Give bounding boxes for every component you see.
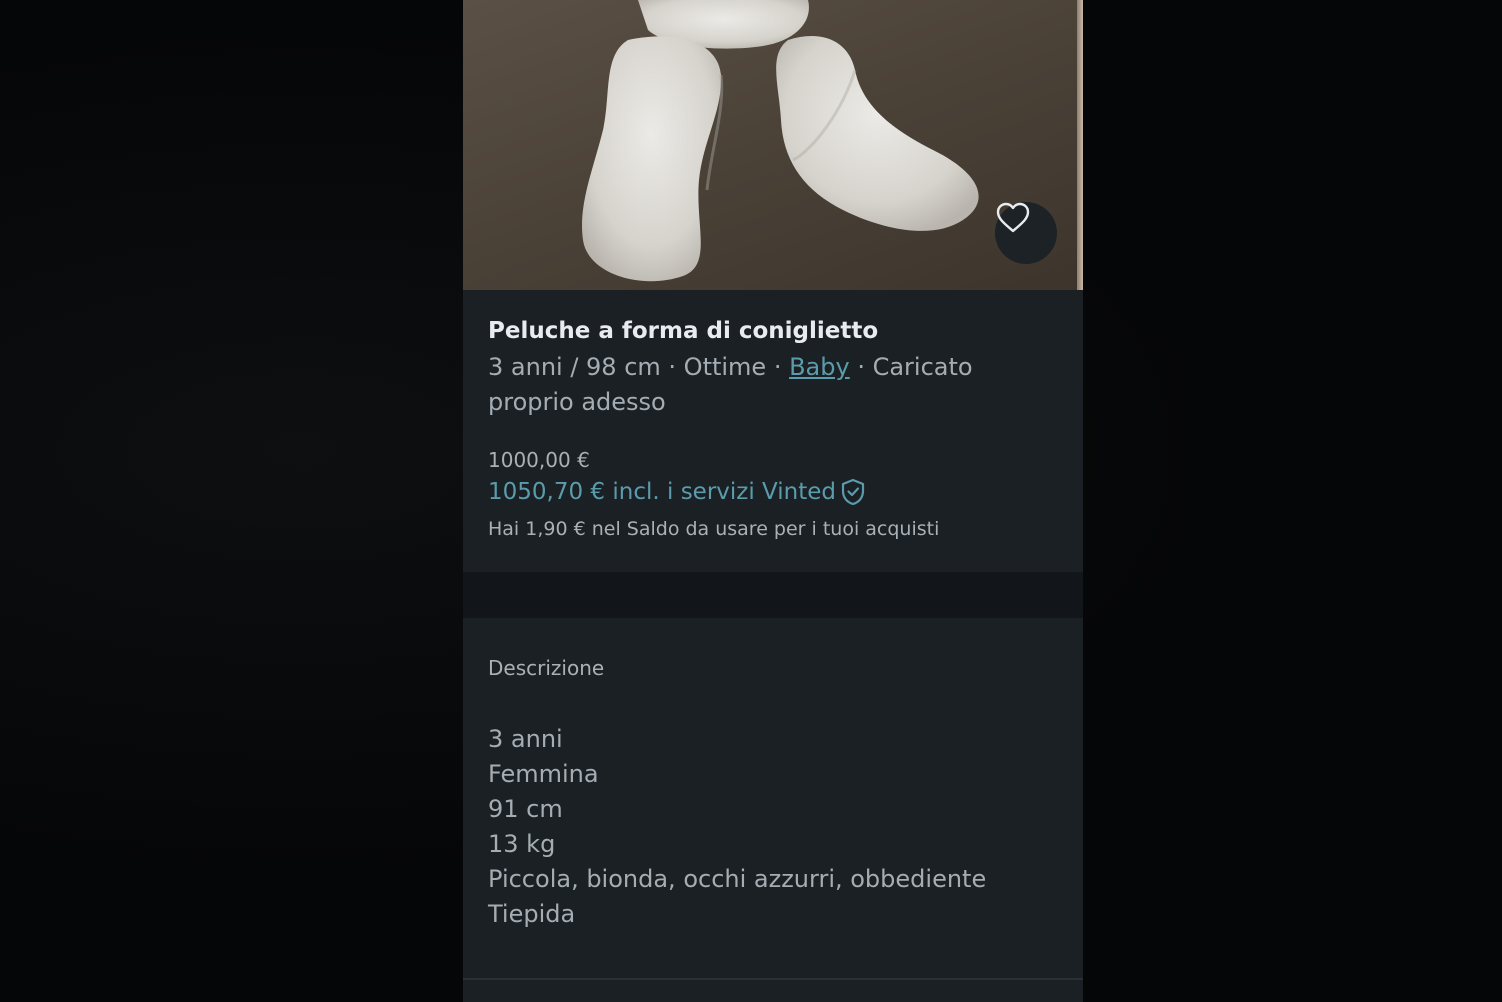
price-with-fees-label: 1050,70 € incl. i servizi Vinted (488, 479, 837, 505)
description-line: Piccola, bionda, occhi azzurri, obbedien… (488, 865, 987, 893)
listing-size: 3 anni / 98 cm (488, 353, 661, 381)
listing-meta: 3 anni / 98 cm · Ottime · Baby · Caricat… (488, 350, 1058, 420)
product-photo[interactable] (463, 0, 1083, 290)
next-section (463, 980, 1083, 1002)
favorite-button[interactable] (995, 202, 1057, 264)
description-line: 13 kg (488, 830, 556, 858)
shield-check-icon (841, 478, 865, 506)
balance-note: Hai 1,90 € nel Saldo da usare per i tuoi… (488, 518, 940, 540)
description-text: 3 anni Femmina 91 cm 13 kg Piccola, bion… (488, 722, 986, 932)
description-heading: Descrizione (488, 656, 605, 680)
section-gap (463, 572, 1083, 618)
app-screen: Peluche a forma di coniglietto 3 anni / … (463, 0, 1083, 1002)
meta-separator: · (660, 353, 684, 381)
description-line: 91 cm (488, 795, 563, 823)
description-line: 3 anni (488, 725, 563, 753)
listing-summary: Peluche a forma di coniglietto 3 anni / … (463, 290, 1083, 572)
category-link[interactable]: Baby (789, 353, 850, 381)
meta-separator: · (766, 353, 790, 381)
description-line: Femmina (488, 760, 599, 788)
meta-separator: · (849, 353, 873, 381)
heart-icon (996, 202, 1030, 233)
listing-title: Peluche a forma di coniglietto (488, 318, 879, 344)
photo-edge (1077, 0, 1083, 290)
description-line: Tiepida (488, 900, 576, 928)
plush-bunny-feet-image (582, 0, 979, 282)
description-section: Descrizione 3 anni Femmina 91 cm 13 kg P… (463, 618, 1083, 978)
price-with-fees[interactable]: 1050,70 € incl. i servizi Vinted (488, 478, 866, 506)
item-price: 1000,00 € (488, 448, 590, 472)
listing-condition: Ottime (683, 353, 767, 381)
